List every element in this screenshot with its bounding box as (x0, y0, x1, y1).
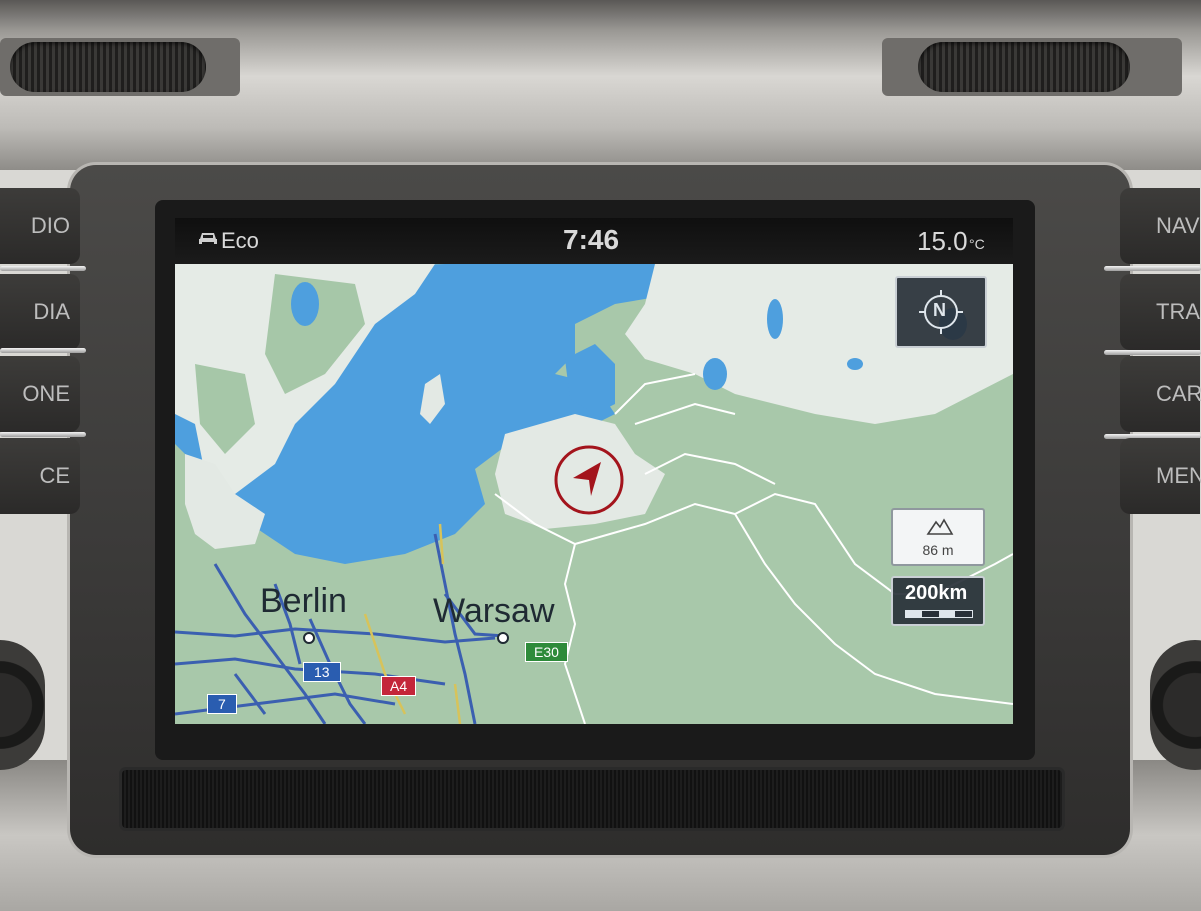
side-button-media[interactable]: DIA (0, 274, 80, 350)
road-shield-a4: A4 (381, 676, 417, 696)
compass-north-label: N (933, 300, 946, 320)
side-button-menu[interactable]: MEN (1120, 438, 1201, 514)
side-button-label: MEN (1156, 463, 1201, 488)
right-rotary-knob[interactable] (1150, 640, 1201, 770)
vehicle-position-cursor (553, 444, 625, 516)
car-icon (197, 230, 219, 246)
side-button-label: ONE (22, 381, 70, 406)
outside-temperature: 15.0 (917, 226, 968, 256)
chrome-divider (1104, 266, 1201, 271)
city-label-warsaw[interactable]: Warsaw (433, 592, 555, 631)
side-button-label: TRAF (1156, 299, 1201, 324)
side-button-nav[interactable]: NAV (1120, 188, 1200, 264)
scale-bar (905, 610, 973, 618)
display-screen: Eco 7:46 15.0 °C Berlin Warsaw E30 13 A4… (175, 218, 1013, 724)
chrome-divider (0, 348, 86, 353)
road-shield-13: 13 (303, 662, 341, 682)
lake (703, 358, 727, 390)
side-button-car[interactable]: CAR (1120, 356, 1201, 432)
city-label-berlin[interactable]: Berlin (260, 582, 347, 621)
volume-knob[interactable] (10, 42, 206, 92)
side-button-label: DIA (33, 299, 70, 324)
lake (847, 358, 863, 370)
map-scale-button[interactable]: 200km (891, 576, 985, 626)
clock-time: 7:46 (563, 224, 620, 255)
eco-mode-label[interactable]: Eco (221, 228, 259, 254)
city-marker-warsaw (497, 632, 509, 644)
map-scale-value: 200km (905, 582, 968, 604)
lake (767, 299, 783, 339)
navigation-map[interactable]: Berlin Warsaw E30 13 A4 7 N 86 m 200km (175, 264, 1013, 724)
compass-button[interactable]: N (895, 276, 987, 348)
road-shield-7: 7 (207, 694, 237, 714)
side-button-label: NAV (1156, 213, 1200, 238)
cd-slot (122, 770, 1062, 828)
city-marker-berlin (303, 632, 315, 644)
side-button-traffic[interactable]: TRAF (1120, 274, 1201, 350)
status-bar: Eco 7:46 15.0 °C (175, 218, 1013, 264)
lake (291, 282, 319, 326)
side-button-label: CE (39, 463, 70, 488)
elevation-value: 86 m (922, 542, 954, 558)
temperature-unit: °C (969, 236, 985, 252)
side-button-voice[interactable]: CE (0, 438, 80, 514)
chrome-divider (1104, 350, 1201, 355)
chrome-divider (0, 432, 86, 437)
elevation-button[interactable]: 86 m (891, 508, 985, 566)
road-shield-e30: E30 (525, 642, 568, 662)
side-button-label: DIO (30, 213, 70, 238)
side-button-label: CAR (1156, 381, 1201, 406)
chrome-divider (0, 266, 86, 271)
side-button-radio[interactable]: DIO (0, 188, 80, 264)
left-rotary-knob[interactable] (0, 640, 45, 770)
tune-knob[interactable] (918, 42, 1130, 92)
mountain-icon (926, 518, 954, 535)
side-button-phone[interactable]: ONE (0, 356, 80, 432)
